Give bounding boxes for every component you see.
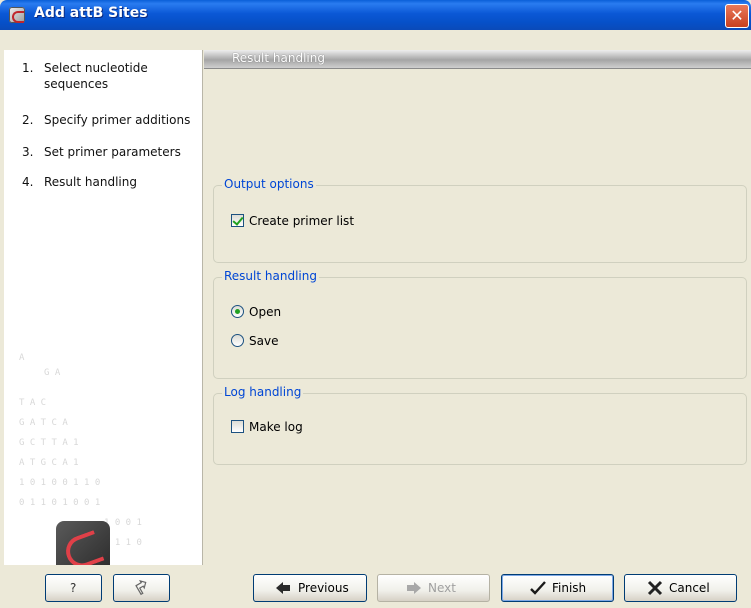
finish-label: Finish — [552, 581, 587, 595]
arrow-left-icon — [276, 582, 290, 594]
group-title: Log handling — [222, 385, 304, 399]
wizard-steps-sidebar: 1. Select nucleotide sequences 2. Specif… — [4, 50, 203, 575]
svg-text:T A C: T A C — [19, 398, 46, 408]
svg-text:A T G C A 1: A T G C A 1 — [19, 458, 79, 468]
step-number: 4. — [22, 175, 34, 189]
checkmark-icon — [530, 581, 546, 595]
help-button[interactable]: ? — [45, 574, 102, 602]
radio-label: Open — [249, 305, 282, 319]
close-icon: ✕ — [730, 6, 744, 25]
step-label: Set primer parameters — [44, 145, 181, 159]
section-header: Result handling — [204, 50, 751, 69]
radio-selected-icon[interactable] — [231, 305, 244, 318]
previous-label: Previous — [298, 581, 349, 595]
step-number: 3. — [22, 145, 34, 159]
checkbox-label: Make log — [249, 420, 303, 434]
previous-button[interactable]: Previous — [253, 574, 367, 602]
reset-arrow-icon — [135, 580, 147, 596]
reset-button[interactable] — [113, 574, 170, 602]
close-button[interactable]: ✕ — [725, 4, 749, 28]
checkbox-unchecked-icon[interactable] — [231, 420, 244, 433]
finish-button[interactable]: Finish — [501, 574, 614, 602]
cancel-label: Cancel — [669, 581, 710, 595]
cancel-button[interactable]: Cancel — [624, 574, 737, 602]
result-handling-group: Result handling Open Save — [213, 269, 747, 379]
svg-text:A: A — [19, 353, 25, 363]
log-handling-group: Log handling Make log — [213, 385, 747, 465]
step-label: Specify primer additions — [44, 113, 191, 127]
step-number: 1. — [22, 61, 34, 75]
section-header-title: Result handling — [232, 51, 325, 65]
svg-text:G A: G A — [44, 368, 61, 378]
group-title: Result handling — [222, 269, 319, 283]
svg-text:1 0 1 0 0 1 1 0: 1 0 1 0 0 1 1 0 — [19, 478, 100, 488]
checkbox-label: Create primer list — [249, 214, 355, 228]
radio-unselected-icon[interactable] — [231, 334, 244, 347]
step-label: Result handling — [44, 175, 137, 189]
cancel-x-icon — [647, 580, 663, 596]
step-number: 2. — [22, 113, 34, 127]
dialog-window: Add attB Sites ✕ 1. Select nucleotide se… — [0, 0, 751, 608]
group-title: Output options — [222, 177, 316, 191]
checkbox-checked-icon[interactable] — [231, 214, 244, 227]
svg-text:G C T T A 1: G C T T A 1 — [19, 438, 79, 448]
svg-text:G A T C A: G A T C A — [19, 418, 68, 428]
title-bar[interactable]: Add attB Sites ✕ — [0, 0, 751, 30]
next-button[interactable]: Next — [377, 574, 490, 602]
output-options-group: Output options Create primer list — [213, 177, 747, 263]
arrow-right-icon — [407, 582, 421, 594]
svg-text:0 1 1 0 1 0 0 1: 0 1 1 0 1 0 0 1 — [19, 498, 100, 508]
next-label: Next — [428, 581, 456, 595]
app-logo-icon — [9, 7, 25, 23]
step-label: Select nucleotide sequences — [44, 61, 148, 91]
help-icon: ? — [70, 581, 77, 595]
window-title: Add attB Sites — [34, 5, 148, 21]
radio-label: Save — [249, 334, 279, 348]
